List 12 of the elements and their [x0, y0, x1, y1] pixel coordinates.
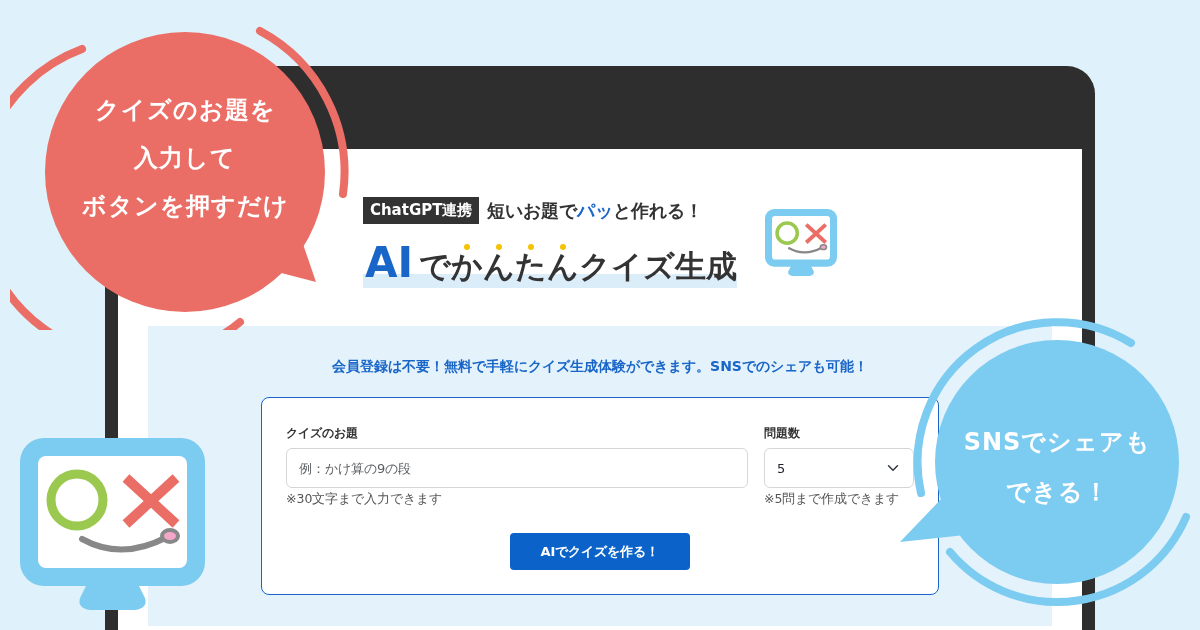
generate-quiz-button[interactable]: AIでクイズを作る！	[510, 533, 690, 571]
bubble-text: クイズのお題を 入力して ボタンを押すだけ	[80, 95, 290, 222]
count-select[interactable]: 5	[764, 448, 914, 489]
tagline: 短いお題でパッ と作れる！	[487, 199, 704, 223]
badge-label: ChatGPT連携	[362, 197, 480, 224]
topic-hint: ※30文字まで入力できます	[286, 490, 444, 509]
topic-label: クイズのお題	[286, 425, 359, 443]
notice-text: 会員登録は不要！無料で手軽にクイズ生成体験ができます。SNSでのシェアも可能！	[331, 357, 869, 377]
count-hint: ※5問まで作成できます	[764, 490, 901, 509]
count-label: 問題数	[764, 425, 801, 443]
topic-input-field[interactable]: 例：かけ算の9の段	[286, 448, 748, 489]
bubble-text: SNSでシェアも できる！	[962, 427, 1153, 508]
